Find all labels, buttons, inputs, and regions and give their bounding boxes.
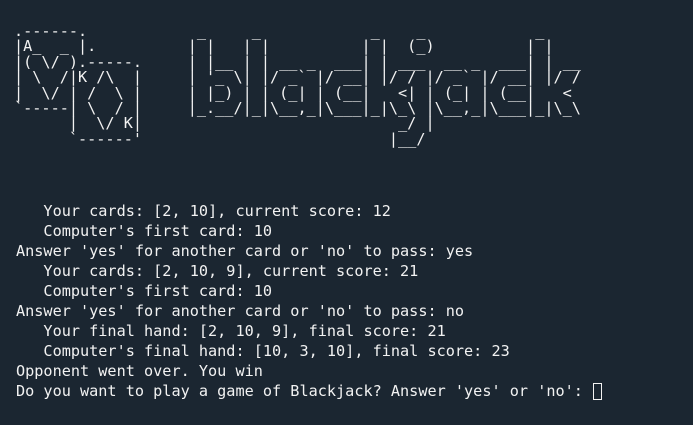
terminal-output: Your cards: [2, 10], current score: 12 C… — [16, 201, 603, 401]
output-line: Your final hand: [2, 10, 9], final score… — [16, 322, 446, 340]
output-line: Answer 'yes' for another card or 'no' to… — [16, 302, 465, 320]
input-prompt-line[interactable]: Do you want to play a game of Blackjack?… — [16, 381, 603, 401]
output-line: Your cards: [2, 10], current score: 12 — [16, 202, 391, 220]
output-line: Answer 'yes' for another card or 'no' to… — [16, 242, 474, 260]
input-prompt-text: Do you want to play a game of Blackjack?… — [16, 382, 593, 400]
blackjack-ascii-banner: .------. _ _ _ _ _ |A_ _ |. | | | | | | … — [14, 22, 581, 148]
output-line: Computer's first card: 10 — [16, 222, 273, 240]
terminal-window[interactable]: .------. _ _ _ _ _ |A_ _ |. | | | | | | … — [0, 0, 693, 425]
output-line: Opponent went over. You win — [16, 362, 263, 380]
output-line: Computer's first card: 10 — [16, 282, 273, 300]
output-line: Computer's final hand: [10, 3, 10], fina… — [16, 342, 510, 360]
text-cursor[interactable] — [593, 382, 603, 400]
output-line: Your cards: [2, 10, 9], current score: 2… — [16, 262, 419, 280]
